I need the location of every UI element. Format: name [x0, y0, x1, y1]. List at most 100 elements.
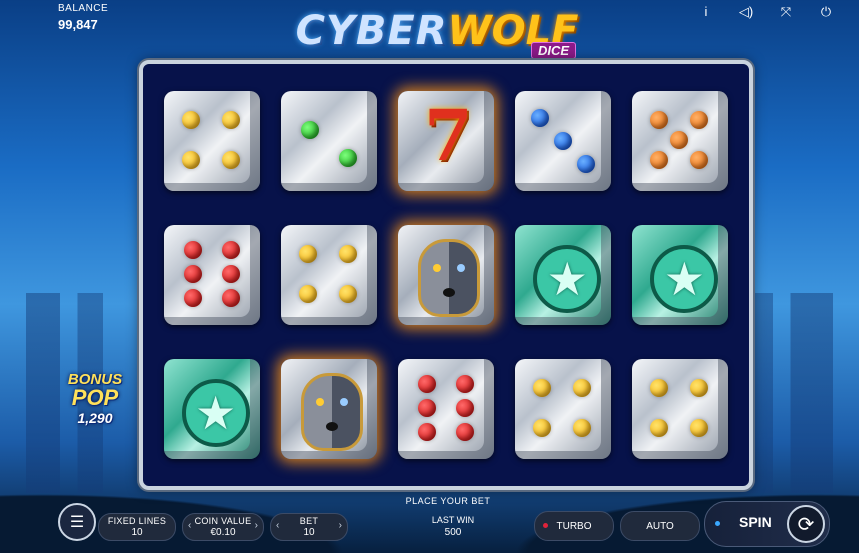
last-win-label: LAST WIN [431, 515, 475, 525]
logo-word-cyber: CYBER [295, 8, 448, 54]
pip-icon [690, 379, 709, 397]
pip-icon [533, 419, 552, 437]
reel-cell [505, 342, 622, 476]
auto-label: AUTO [646, 520, 674, 532]
top-controls: i ◁) ⤧ ⏻ [697, 4, 835, 20]
dice-4-yellow-symbol [515, 359, 612, 459]
dice-3-blue-symbol [515, 91, 612, 191]
pip-icon [298, 245, 317, 263]
power-icon[interactable]: ⏻ [817, 4, 835, 20]
reel-cell [270, 342, 387, 476]
star-icon: ★ [533, 245, 602, 313]
menu-button[interactable]: ☰ [58, 503, 96, 541]
logo-subtitle-dice: DICE [530, 42, 576, 59]
sound-icon[interactable]: ◁) [737, 4, 755, 20]
bet-decrease-button[interactable]: ‹ [276, 520, 279, 531]
pip-icon [221, 265, 240, 283]
pip-icon [531, 109, 550, 127]
reel-cell [270, 74, 387, 208]
bonus-pop-badge: BONUS POP 1,290 [66, 372, 124, 442]
pip-icon [181, 151, 200, 169]
pip-icon [221, 151, 240, 169]
pip-icon [181, 111, 200, 129]
bet-control: ‹ BET 10 › [270, 513, 348, 541]
reels-frame: 7 ★ ★ ★ [139, 60, 753, 490]
star-dice-symbol: ★ [515, 225, 612, 325]
fixed-lines-display: FIXED LINES 10 [98, 513, 176, 541]
star-icon: ★ [181, 379, 250, 447]
game-logo: CYBERWOLF DICE [272, 8, 602, 64]
wolf-dice-symbol [280, 359, 377, 459]
pip-icon [221, 289, 240, 307]
pip-icon [455, 423, 474, 441]
pip-icon [183, 265, 202, 283]
pip-icon [650, 379, 669, 397]
reel-cell [505, 74, 622, 208]
fixed-lines-value: 10 [131, 527, 143, 538]
bet-value: 10 [303, 527, 315, 538]
pip-icon [650, 151, 669, 169]
balance-display: BALANCE 99,847 [58, 3, 108, 32]
hamburger-icon: ☰ [69, 514, 85, 531]
reel-cell [622, 342, 739, 476]
dice-2-green-symbol [280, 91, 377, 191]
coin-value-value: €0.10 [210, 527, 236, 538]
pip-icon [300, 121, 319, 139]
bet-label: BET [299, 516, 319, 526]
pip-icon [650, 419, 669, 437]
dice-5-orange-symbol [632, 91, 729, 191]
pip-icon [183, 241, 202, 259]
pip-icon [573, 419, 592, 437]
pip-icon [298, 285, 317, 303]
dice-6-red-symbol [163, 225, 260, 325]
pip-icon [577, 155, 596, 173]
pip-icon [417, 423, 436, 441]
pip-icon [338, 245, 357, 263]
seven-dice-symbol: 7 [397, 91, 494, 191]
pip-icon [221, 111, 240, 129]
reel-cell [387, 342, 504, 476]
bet-increase-button[interactable]: › [339, 520, 342, 531]
turbo-indicator-icon [543, 523, 548, 528]
reel-cell [270, 208, 387, 342]
pip-icon [338, 149, 357, 167]
dice-6-red-symbol [397, 359, 494, 459]
pip-icon [554, 132, 573, 150]
fixed-lines-label: FIXED LINES [107, 516, 167, 526]
dice-4-yellow-symbol [163, 91, 260, 191]
reel-cell [622, 74, 739, 208]
wolf-head-icon [300, 373, 363, 451]
last-win-display: LAST WIN 500 [418, 515, 488, 538]
spin-button[interactable]: SPIN ⟳ [704, 501, 830, 547]
star-icon: ★ [650, 245, 719, 313]
fullscreen-icon[interactable]: ⤧ [777, 4, 795, 20]
pip-icon [417, 375, 436, 393]
coin-value-label: COIN VALUE [194, 516, 252, 526]
coin-value-control: ‹ COIN VALUE €0.10 › [182, 513, 264, 541]
bottom-bar: PLACE YOUR BET ☰ FIXED LINES 10 ‹ COIN V… [58, 493, 838, 553]
reels-grid: 7 ★ ★ ★ [153, 74, 739, 476]
pip-icon [690, 151, 709, 169]
wolf-dice-symbol [397, 225, 494, 325]
wolf-head-icon [417, 239, 480, 317]
pip-icon [573, 379, 592, 397]
info-icon[interactable]: i [697, 4, 715, 20]
reel-cell: ★ [153, 342, 270, 476]
dice-4-yellow-symbol [632, 359, 729, 459]
coin-value-decrease-button[interactable]: ‹ [188, 520, 191, 531]
pip-icon [690, 111, 709, 129]
reel-cell [153, 208, 270, 342]
coin-value-increase-button[interactable]: › [255, 520, 258, 531]
balance-value: 99,847 [58, 17, 98, 32]
pip-icon [455, 375, 474, 393]
turbo-toggle[interactable]: TURBO [534, 511, 614, 541]
pip-icon [533, 379, 552, 397]
spin-label: SPIN [739, 514, 772, 530]
pip-icon [670, 131, 689, 149]
auto-button[interactable]: AUTO [620, 511, 700, 541]
pop-label: POP [71, 385, 119, 410]
pip-icon [455, 399, 474, 417]
reel-cell: 7 [387, 74, 504, 208]
reel-cell [153, 74, 270, 208]
pip-icon [650, 111, 669, 129]
